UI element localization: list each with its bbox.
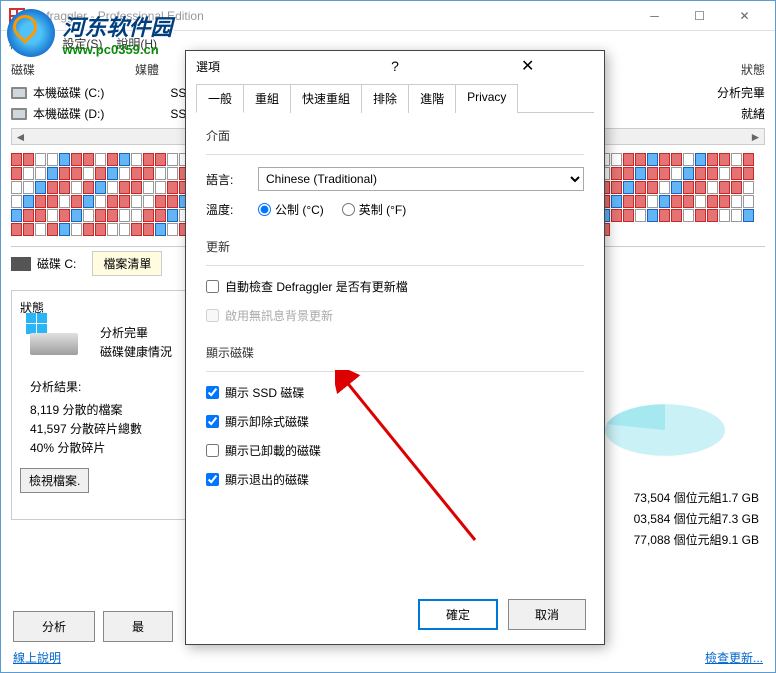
radio-metric-input[interactable]: [258, 203, 271, 216]
titlebar: Defraggler - Professional Edition ─ ☐ ✕: [1, 1, 775, 31]
close-button[interactable]: ✕: [722, 2, 767, 30]
radio-imperial-input[interactable]: [342, 203, 355, 216]
check-show-removable-label: 顯示卸除式磁碟: [225, 413, 309, 430]
check-show-ssd-label: 顯示 SSD 磁碟: [225, 384, 304, 401]
temp-label: 溫度:: [206, 201, 246, 218]
drive-icon: [11, 108, 27, 120]
bottom-buttons: 分析 最: [13, 611, 173, 642]
results-label: 分析結果:: [20, 378, 182, 395]
stat-3: 77,088 個位元組9.1 GB: [634, 531, 759, 548]
drive-status: 分析完畢: [717, 84, 765, 101]
section-ui: 介面: [206, 127, 584, 144]
language-label: 語言:: [206, 171, 246, 188]
drive-status: 就緒: [741, 105, 765, 122]
dialog-tabs: 一般 重組 快速重組 排除 進階 Privacy: [196, 83, 594, 113]
tab-exclude[interactable]: 排除: [361, 84, 409, 113]
stat-2: 03,584 個位元組7.3 GB: [634, 510, 759, 527]
stat-1: 73,504 個位元組1.7 GB: [634, 489, 759, 506]
check-update-link[interactable]: 檢查更新...: [705, 649, 763, 666]
analyze-button[interactable]: 分析: [13, 611, 95, 642]
tab-defrag[interactable]: 重組: [243, 84, 291, 113]
col-disk: 磁碟: [11, 61, 35, 78]
check-auto-update[interactable]: [206, 280, 219, 293]
check-silent-update: [206, 309, 219, 322]
tab-filelist[interactable]: 檔案清單: [92, 251, 162, 276]
pie-chart: [605, 404, 725, 456]
menu-settings[interactable]: 設定(S): [62, 35, 102, 52]
app-icon: [9, 8, 25, 24]
menu-file[interactable]: 檔案(F): [9, 35, 48, 52]
section-update: 更新: [206, 238, 584, 255]
check-show-ejected-label: 顯示退出的磁碟: [225, 471, 309, 488]
col-status: 狀態: [741, 61, 765, 78]
menu-help[interactable]: 說明(H): [116, 35, 157, 52]
language-select[interactable]: Chinese (Traditional): [258, 167, 584, 191]
check-show-ssd[interactable]: [206, 386, 219, 399]
check-auto-update-label: 自動檢查 Defraggler 是否有更新檔: [225, 278, 408, 295]
status-panel: 狀態 分析完畢 磁碟健康情況 分析結果: 8,119 分散的檔案 41,597 …: [11, 290, 191, 520]
tab-general[interactable]: 一般: [196, 84, 244, 113]
drive-name: 本機磁碟 (C:): [33, 84, 104, 101]
drive-name: 本機磁碟 (D:): [33, 105, 104, 122]
check-show-unmounted-label: 顯示已卸載的磁碟: [225, 442, 321, 459]
disk-icon: [11, 257, 31, 271]
drive-bar-label: 磁碟 C:: [37, 255, 76, 272]
col-media: 媒體: [135, 61, 159, 78]
footer: 線上說明 檢查更新...: [13, 649, 763, 666]
dialog-title: 選項: [196, 58, 329, 75]
ok-button[interactable]: 確定: [418, 599, 498, 630]
result-3: 40% 分散碎片: [20, 439, 182, 456]
result-1: 8,119 分散的檔案: [20, 401, 182, 418]
radio-metric[interactable]: 公制 (°C): [258, 201, 324, 218]
status-health: 磁碟健康情況: [100, 343, 182, 360]
check-show-ejected[interactable]: [206, 473, 219, 486]
section-disks: 顯示磁碟: [206, 344, 584, 361]
window-title: Defraggler - Professional Edition: [31, 9, 632, 23]
options-dialog: 選項 ? ✕ 一般 重組 快速重組 排除 進階 Privacy 介面 語言: C…: [185, 50, 605, 645]
disk-stats: 73,504 個位元組1.7 GB 03,584 個位元組7.3 GB 77,0…: [634, 485, 759, 552]
dialog-close-button[interactable]: ✕: [461, 56, 594, 76]
radio-imperial[interactable]: 英制 (°F): [342, 201, 406, 218]
check-silent-update-label: 啟用無訊息背景更新: [225, 307, 333, 324]
tab-quick[interactable]: 快速重組: [290, 84, 362, 113]
minimize-button[interactable]: ─: [632, 2, 677, 30]
tab-advanced[interactable]: 進階: [408, 84, 456, 113]
check-show-unmounted[interactable]: [206, 444, 219, 457]
status-done: 分析完畢: [100, 324, 182, 341]
dialog-titlebar: 選項 ? ✕: [186, 51, 604, 81]
dialog-help-button[interactable]: ?: [329, 58, 462, 74]
hdd-icon: [26, 309, 78, 353]
drive-icon: [11, 87, 27, 99]
more-button[interactable]: 最: [103, 611, 173, 642]
cancel-button[interactable]: 取消: [508, 599, 586, 630]
online-help-link[interactable]: 線上說明: [13, 649, 61, 666]
view-files-button[interactable]: 檢視檔案.: [20, 468, 89, 493]
result-2: 41,597 分散碎片總數: [20, 420, 182, 437]
tab-privacy[interactable]: Privacy: [455, 84, 518, 113]
maximize-button[interactable]: ☐: [677, 2, 722, 30]
check-show-removable[interactable]: [206, 415, 219, 428]
